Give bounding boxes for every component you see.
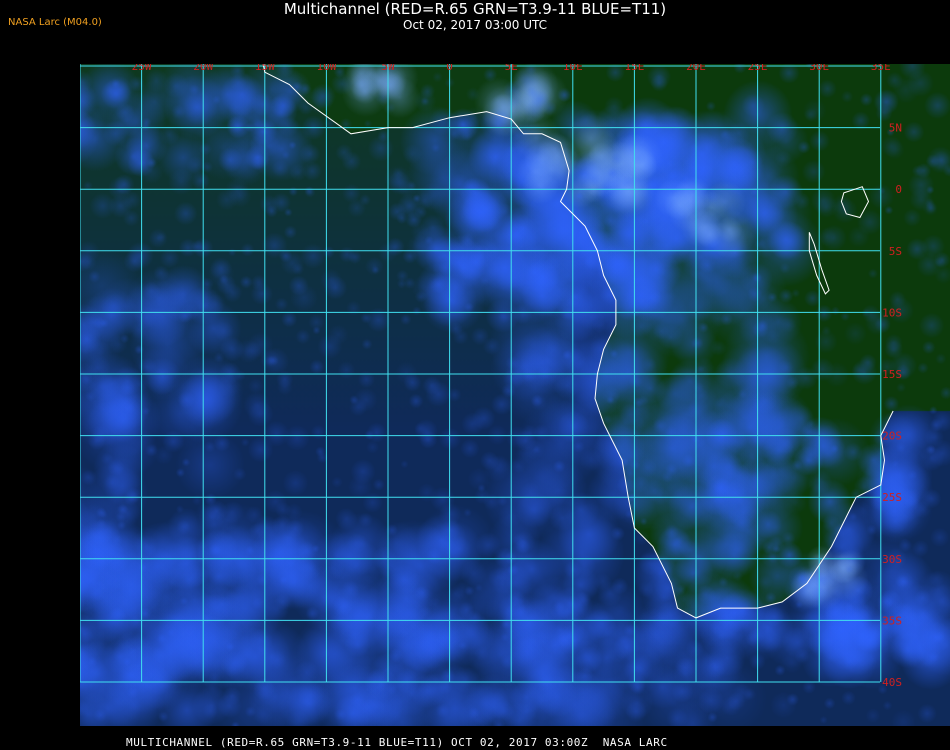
longitude-label: 25W [132,64,152,73]
latitude-label: 5S [889,245,902,258]
image-title: Multichannel (RED=R.65 GRN=T3.9-11 BLUE=… [283,0,667,18]
longitude-label: 15W [255,64,275,73]
latitude-label: 0 [895,183,902,196]
longitude-label: 0 [446,64,453,73]
latitude-labels: 5N 0 5S 10S 15S 20S 25S 30S 35S 40S [882,122,902,689]
longitude-label: 5W [381,64,395,73]
coastline [262,64,894,619]
latitude-label: 40S [882,676,902,689]
latitude-label: 5N [889,122,902,135]
longitude-label: 20W [193,64,213,73]
africa-coastline [262,64,894,619]
longitude-label: 5E [505,64,518,73]
lat-lon-grid [80,64,882,683]
latitude-label: 20S [882,430,902,443]
satellite-map[interactable]: 25W 20W 15W 10W 5W 0 5E 10E 15E 20E 25E 30E 35E 5N 0 5… [80,64,950,726]
map-overlay: 25W 20W 15W 10W 5W 0 5E 10E 15E 20E 25E 30E 35E 5N05… [80,64,902,689]
latitude-label: 25S [882,491,902,504]
longitude-label: 15E [624,64,644,73]
latitude-label: 35S [882,614,902,627]
longitude-label: 20E [686,64,706,73]
latitude-label: 15S [882,368,902,381]
longitude-labels: 25W 20W 15W 10W 5W 0 5E 10E 15E 20E 25E 30E 35E [132,64,891,73]
credit-label: NASA Larc (M04.0) [8,17,102,28]
longitude-label: 30E [809,64,829,73]
lake-outline [840,186,870,219]
longitude-label: 10E [563,64,583,73]
footer-caption: MULTICHANNEL (RED=R.65 GRN=T3.9-11 BLUE=… [126,736,668,749]
longitude-label: 35E [871,64,891,73]
latitude-label: 10S [882,306,902,319]
longitude-label: 10W [316,64,336,73]
longitude-label: 25E [748,64,768,73]
image-datetime: Oct 02, 2017 03:00 UTC [403,18,547,32]
latitude-label: 30S [882,553,902,566]
